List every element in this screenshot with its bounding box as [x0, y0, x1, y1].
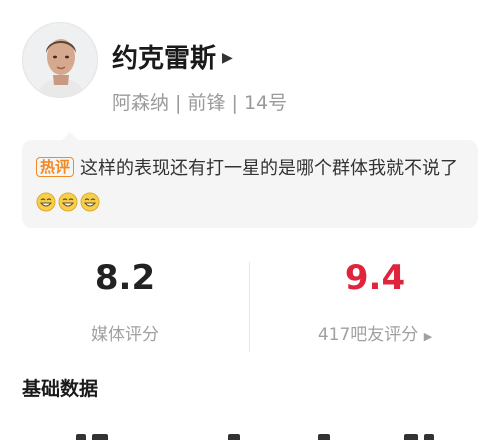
player-name-link[interactable]: 约克雷斯 ▶	[112, 38, 233, 75]
player-header: 约克雷斯 ▶ 阿森纳 | 前锋 | 14号	[22, 22, 482, 122]
fan-score: 9.4	[344, 258, 406, 298]
hot-comment-card[interactable]: 热评 这样的表现还有打一星的是哪个群体我就不说了	[22, 132, 478, 228]
avatar-portrait-icon	[23, 23, 97, 97]
fan-score-label: 417吧友评分	[317, 325, 419, 345]
grinning-face-icon	[58, 192, 78, 212]
media-score: 8.2	[94, 258, 156, 298]
media-rating: 8.2 媒体评分	[0, 256, 250, 345]
player-name: 约克雷斯	[112, 44, 217, 74]
player-avatar[interactable]	[22, 22, 98, 98]
section-title-basic-data: 基础数据	[22, 378, 99, 400]
emoji-row	[36, 192, 100, 212]
media-score-label: 媒体评分	[91, 325, 159, 345]
comment-pointer	[62, 132, 78, 140]
grinning-face-icon	[80, 192, 100, 212]
fan-rating[interactable]: 9.4 417吧友评分 ▶	[250, 256, 500, 345]
caret-right-icon: ▶	[222, 49, 233, 66]
caret-right-icon: ▶	[423, 330, 433, 343]
ratings-panel: 8.2 媒体评分 9.4 417吧友评分 ▶	[0, 256, 500, 366]
hot-comment-tag: 热评	[36, 157, 75, 177]
player-meta: 阿森纳 | 前锋 | 14号	[112, 92, 288, 114]
hot-comment-text: 这样的表现还有打一星的是哪个群体我就不说了	[80, 158, 458, 179]
clipped-stats-row	[0, 428, 500, 440]
fan-score-label-row[interactable]: 417吧友评分 ▶	[250, 320, 500, 345]
grinning-face-icon	[36, 192, 56, 212]
